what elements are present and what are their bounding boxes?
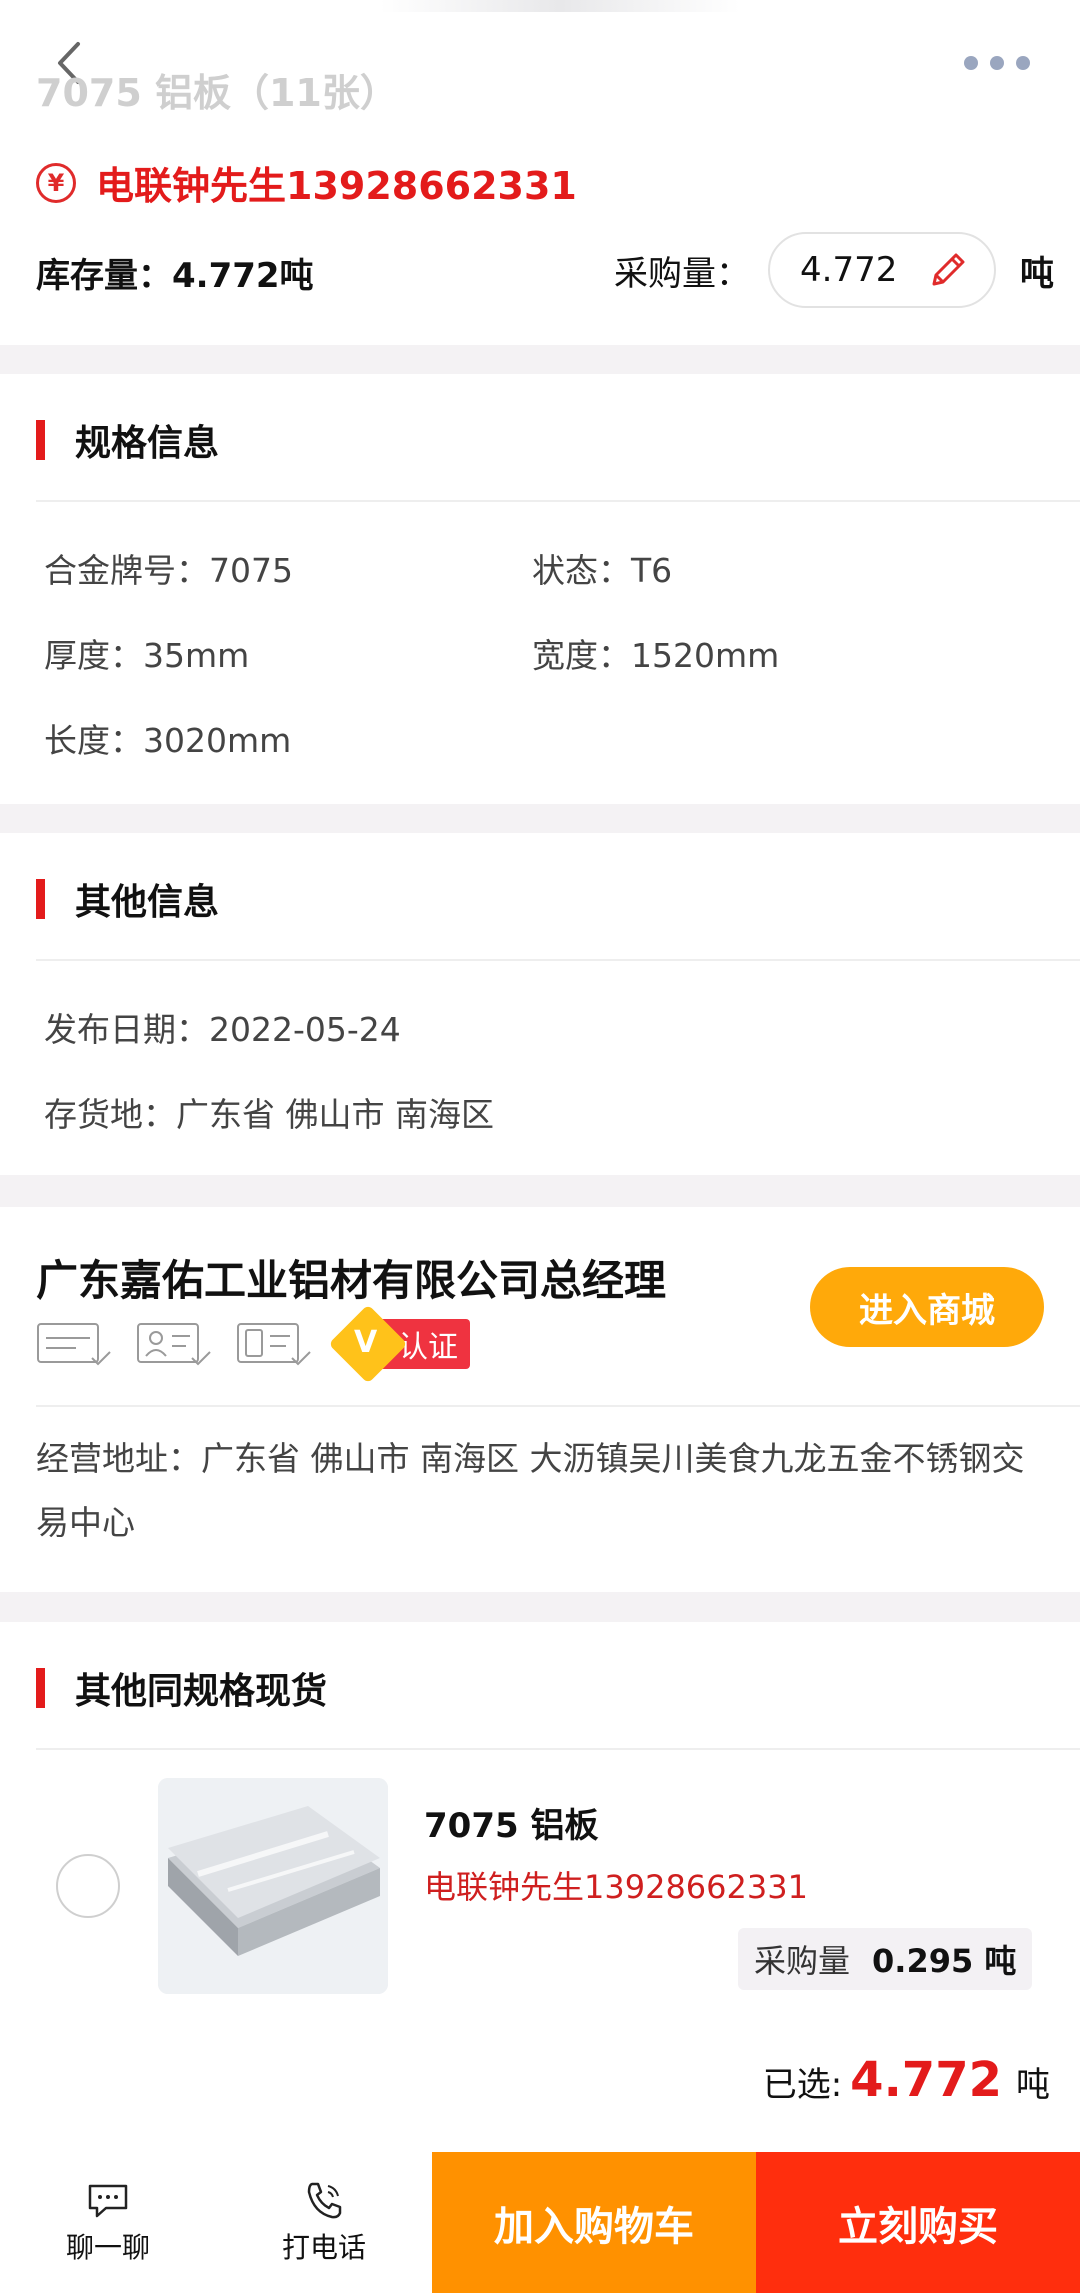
v-icon: V <box>354 1325 378 1360</box>
business-address: 经营地址：广东省 佛山市 南海区 大沥镇吴川美食九龙五金不锈钢交易中心 <box>36 1439 1025 1542</box>
spec-section-header: 规格信息 <box>36 414 219 466</box>
selected-label: 已选: <box>762 2065 843 2105</box>
chat-bubble-icon <box>88 2184 128 2217</box>
phone-icon <box>307 2182 342 2218</box>
chat-label: 聊一聊 <box>65 2230 150 2264</box>
edit-pencil-icon[interactable] <box>926 248 970 292</box>
same-spec-section-header: 其他同规格现货 <box>36 1662 327 1714</box>
length: 长度：3020mm <box>44 721 292 760</box>
selected-value: 4.772 <box>850 2052 1002 2108</box>
publish-date: 发布日期：2022-05-24 <box>44 1010 401 1049</box>
stock-info: 库存量：4.772吨 <box>36 248 314 297</box>
product-summary-card: 7075 铝板（11张） ¥ 电联钟先生13928662331 库存量：4.77… <box>0 0 1080 345</box>
same-spec-card: 其他同规格现货 7075 铝板 电联钟先生13928662331 采购量 0.2… <box>0 1622 1080 2152</box>
aluminum-sheet-image <box>158 1778 388 1994</box>
company-card: 广东嘉佑工业铝材有限公司总经理 V 认证 进入商城 经营地址：广东省 佛山市 南… <box>0 1207 1080 1592</box>
stock-label: 库存量： <box>36 256 172 296</box>
width: 宽度：1520mm <box>532 636 780 675</box>
call-button[interactable]: 打电话 <box>216 2152 432 2293</box>
item-quantity-value: 0.295 吨 <box>872 1942 1017 1980</box>
buy-now-button[interactable]: 立刻购买 <box>756 2152 1080 2293</box>
chat-button[interactable]: 聊一聊 <box>0 2152 216 2293</box>
stock-value: 4.772吨 <box>172 256 314 296</box>
item-contact: 电联钟先生13928662331 <box>424 1868 808 1906</box>
select-item-radio[interactable] <box>56 1854 120 1918</box>
phone-verified-icon <box>237 1323 311 1366</box>
divider <box>36 1748 1080 1750</box>
enter-store-button[interactable]: 进入商城 <box>810 1267 1044 1347</box>
yen-icon: ¥ <box>36 162 76 203</box>
selected-unit: 吨 <box>1016 2065 1050 2105</box>
add-to-cart-button[interactable]: 加入购物车 <box>432 2152 756 2293</box>
spec-info-card: 规格信息 合金牌号：7075 状态：T6 厚度：35mm 宽度：1520mm 长… <box>0 374 1080 804</box>
call-label: 打电话 <box>281 2230 366 2264</box>
verification-badges: V 认证 <box>36 1304 470 1384</box>
same-spec-section-title: 其他同规格现货 <box>75 1671 328 1712</box>
more-options-icon[interactable] <box>964 52 1030 74</box>
purchase-quantity-row: 采购量： 4.772 吨 <box>614 232 1054 308</box>
section-accent-bar <box>36 420 45 460</box>
product-thumbnail[interactable] <box>158 1778 388 1994</box>
contact-row: ¥ 电联钟先生13928662331 <box>36 155 577 210</box>
contact-text: 电联钟先生13928662331 <box>96 164 577 208</box>
purchase-quantity-value: 4.772 <box>800 250 898 290</box>
alloy-grade: 合金牌号：7075 <box>44 551 293 590</box>
divider <box>36 500 1080 502</box>
section-accent-bar <box>36 879 45 919</box>
business-license-icon <box>37 1323 111 1366</box>
other-section-title: 其他信息 <box>75 882 220 923</box>
divider <box>36 1405 1080 1407</box>
id-card-icon <box>137 1323 211 1366</box>
purchase-unit: 吨 <box>1020 253 1054 294</box>
item-quantity-label: 采购量 <box>754 1942 851 1980</box>
purchase-quantity-input[interactable]: 4.772 <box>768 232 996 308</box>
other-section-header: 其他信息 <box>36 873 219 925</box>
selected-total: 已选: 4.772 吨 <box>763 2052 1050 2108</box>
spec-section-title: 规格信息 <box>75 423 220 464</box>
item-quantity: 采购量 0.295 吨 <box>738 1928 1033 1990</box>
bottom-action-bar: 聊一聊 打电话 加入购物车 立刻购买 <box>0 2152 1080 2293</box>
certified-badge: V 认证 <box>328 1304 470 1384</box>
other-info-card: 其他信息 发布日期：2022-05-24 存货地：广东省 佛山市 南海区 <box>0 833 1080 1175</box>
thickness: 厚度：35mm <box>44 636 250 675</box>
product-image-edge <box>380 0 740 12</box>
divider <box>36 959 1080 961</box>
purchase-label: 采购量： <box>614 253 750 294</box>
stock-location: 存货地：广东省 佛山市 南海区 <box>44 1095 494 1134</box>
item-name: 7075 铝板 <box>424 1806 599 1846</box>
temper-state: 状态：T6 <box>532 551 673 590</box>
section-accent-bar <box>36 1668 45 1708</box>
company-name: 广东嘉佑工业铝材有限公司总经理 <box>36 1256 667 1305</box>
page-title: 7075 铝板（11张） <box>36 71 398 115</box>
